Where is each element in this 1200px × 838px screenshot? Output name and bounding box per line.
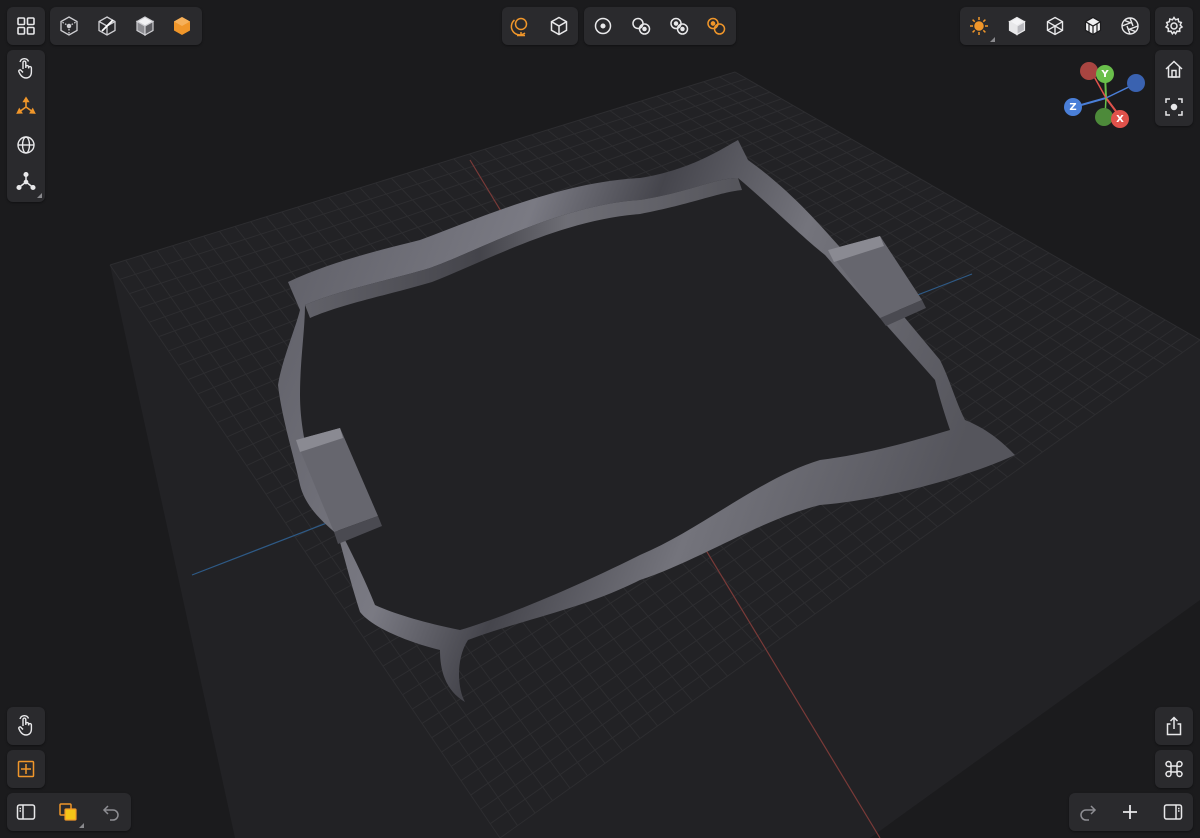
settings-button[interactable]: [1156, 8, 1192, 44]
share-button[interactable]: [1156, 708, 1192, 744]
move-tool-button[interactable]: [8, 89, 44, 125]
shaded-mode-icon: [135, 16, 155, 37]
globe-stand-icon: [510, 17, 528, 37]
rotate-tool-button[interactable]: [8, 127, 44, 163]
rendered-mode-icon: [174, 17, 190, 35]
redo-button[interactable]: [1070, 794, 1106, 830]
display-mode-toolbar: [50, 7, 202, 45]
three-circles-icon: [670, 17, 689, 35]
object-button[interactable]: [541, 8, 577, 44]
gizmo-z-label[interactable]: Z: [1064, 98, 1082, 116]
orange-circles-icon: [707, 17, 726, 35]
share-panel: [1155, 707, 1193, 745]
snap-button[interactable]: [8, 751, 44, 787]
command-button[interactable]: [1156, 751, 1192, 787]
three-selection-button[interactable]: [661, 8, 697, 44]
3d-viewport[interactable]: [0, 0, 1200, 838]
two-circles-icon: [632, 17, 651, 35]
single-selection-button[interactable]: [585, 8, 621, 44]
bottom-right-toolbar: [1069, 793, 1193, 831]
sidebar-toggle-icon: [16, 804, 36, 820]
solid-view-button[interactable]: [999, 8, 1035, 44]
add-icon: [1123, 805, 1137, 819]
touch-hand-icon: [18, 58, 33, 79]
grid-menu-icon: [17, 17, 35, 35]
gizmo-neg-z[interactable]: [1127, 74, 1145, 92]
solid-cube-icon: [1008, 16, 1026, 36]
main-menu-panel: [7, 7, 45, 45]
touch-select-button[interactable]: [8, 51, 44, 87]
focus-frame-icon: [1165, 98, 1183, 116]
redo-icon: [1080, 805, 1097, 821]
undo-button[interactable]: [93, 794, 129, 830]
wireframe-mode-icon: [60, 16, 78, 36]
layers-button[interactable]: [50, 794, 86, 830]
hidden-line-mode-icon: [98, 16, 116, 36]
main-menu-button[interactable]: [8, 8, 44, 44]
layers-icon: [59, 803, 77, 821]
orange-selection-button[interactable]: [698, 8, 734, 44]
settings-gear-icon: [1164, 16, 1184, 35]
camera-aperture-icon: [1121, 17, 1139, 35]
home-icon: [1165, 60, 1183, 78]
environment-button[interactable]: [503, 8, 539, 44]
two-selection-button[interactable]: [623, 8, 659, 44]
single-circle-icon: [594, 17, 612, 35]
gizmo-y-label[interactable]: Y: [1096, 65, 1114, 83]
right-panel-icon: [1163, 804, 1183, 820]
shaded-mode-button[interactable]: [127, 8, 163, 44]
gizmo-x-label[interactable]: X: [1111, 110, 1129, 128]
move-axes-icon: [16, 96, 36, 114]
left-toolbar: [7, 50, 45, 202]
add-button[interactable]: [1112, 794, 1148, 830]
undo-icon: [102, 805, 119, 821]
bottom-left-touch-panel: [7, 707, 45, 745]
bottom-left-snap-panel: [7, 750, 45, 788]
right-panel-button[interactable]: [1155, 794, 1191, 830]
settings-panel: [1155, 7, 1193, 45]
home-view-button[interactable]: [1156, 51, 1192, 87]
axis-gizmo[interactable]: Y Z X: [1060, 58, 1152, 132]
camera-button[interactable]: [1112, 8, 1148, 44]
hidden-line-mode-button[interactable]: [89, 8, 125, 44]
snap-target-icon: [17, 760, 35, 778]
right-toolbar: [1155, 50, 1193, 126]
command-icon: [1165, 760, 1183, 778]
command-panel: [1155, 750, 1193, 788]
pivot-tool-button[interactable]: [8, 164, 44, 200]
touch-hand-icon: [18, 715, 33, 736]
sun-lighting-icon: [970, 17, 988, 35]
center-toolbar-b: [584, 7, 736, 45]
rendered-mode-button[interactable]: [164, 8, 200, 44]
rotate-globe-icon: [17, 136, 35, 154]
wire-view-button[interactable]: [1037, 8, 1073, 44]
center-toolbar-a: [502, 7, 578, 45]
edges-view-button[interactable]: [1075, 8, 1111, 44]
cube-icon: [550, 16, 568, 36]
lighting-button[interactable]: [961, 8, 997, 44]
share-icon: [1166, 716, 1182, 736]
pivot-icon: [16, 171, 36, 191]
sidebar-toggle-button[interactable]: [8, 794, 44, 830]
cube-edges-icon: [1084, 16, 1102, 36]
touch-mode-button[interactable]: [8, 708, 44, 744]
focus-button[interactable]: [1156, 89, 1192, 125]
wireframe-mode-button[interactable]: [51, 8, 87, 44]
view-toolbar: [960, 7, 1150, 45]
bottom-left-toolbar: [7, 793, 131, 831]
wire-cube-icon: [1046, 16, 1064, 36]
